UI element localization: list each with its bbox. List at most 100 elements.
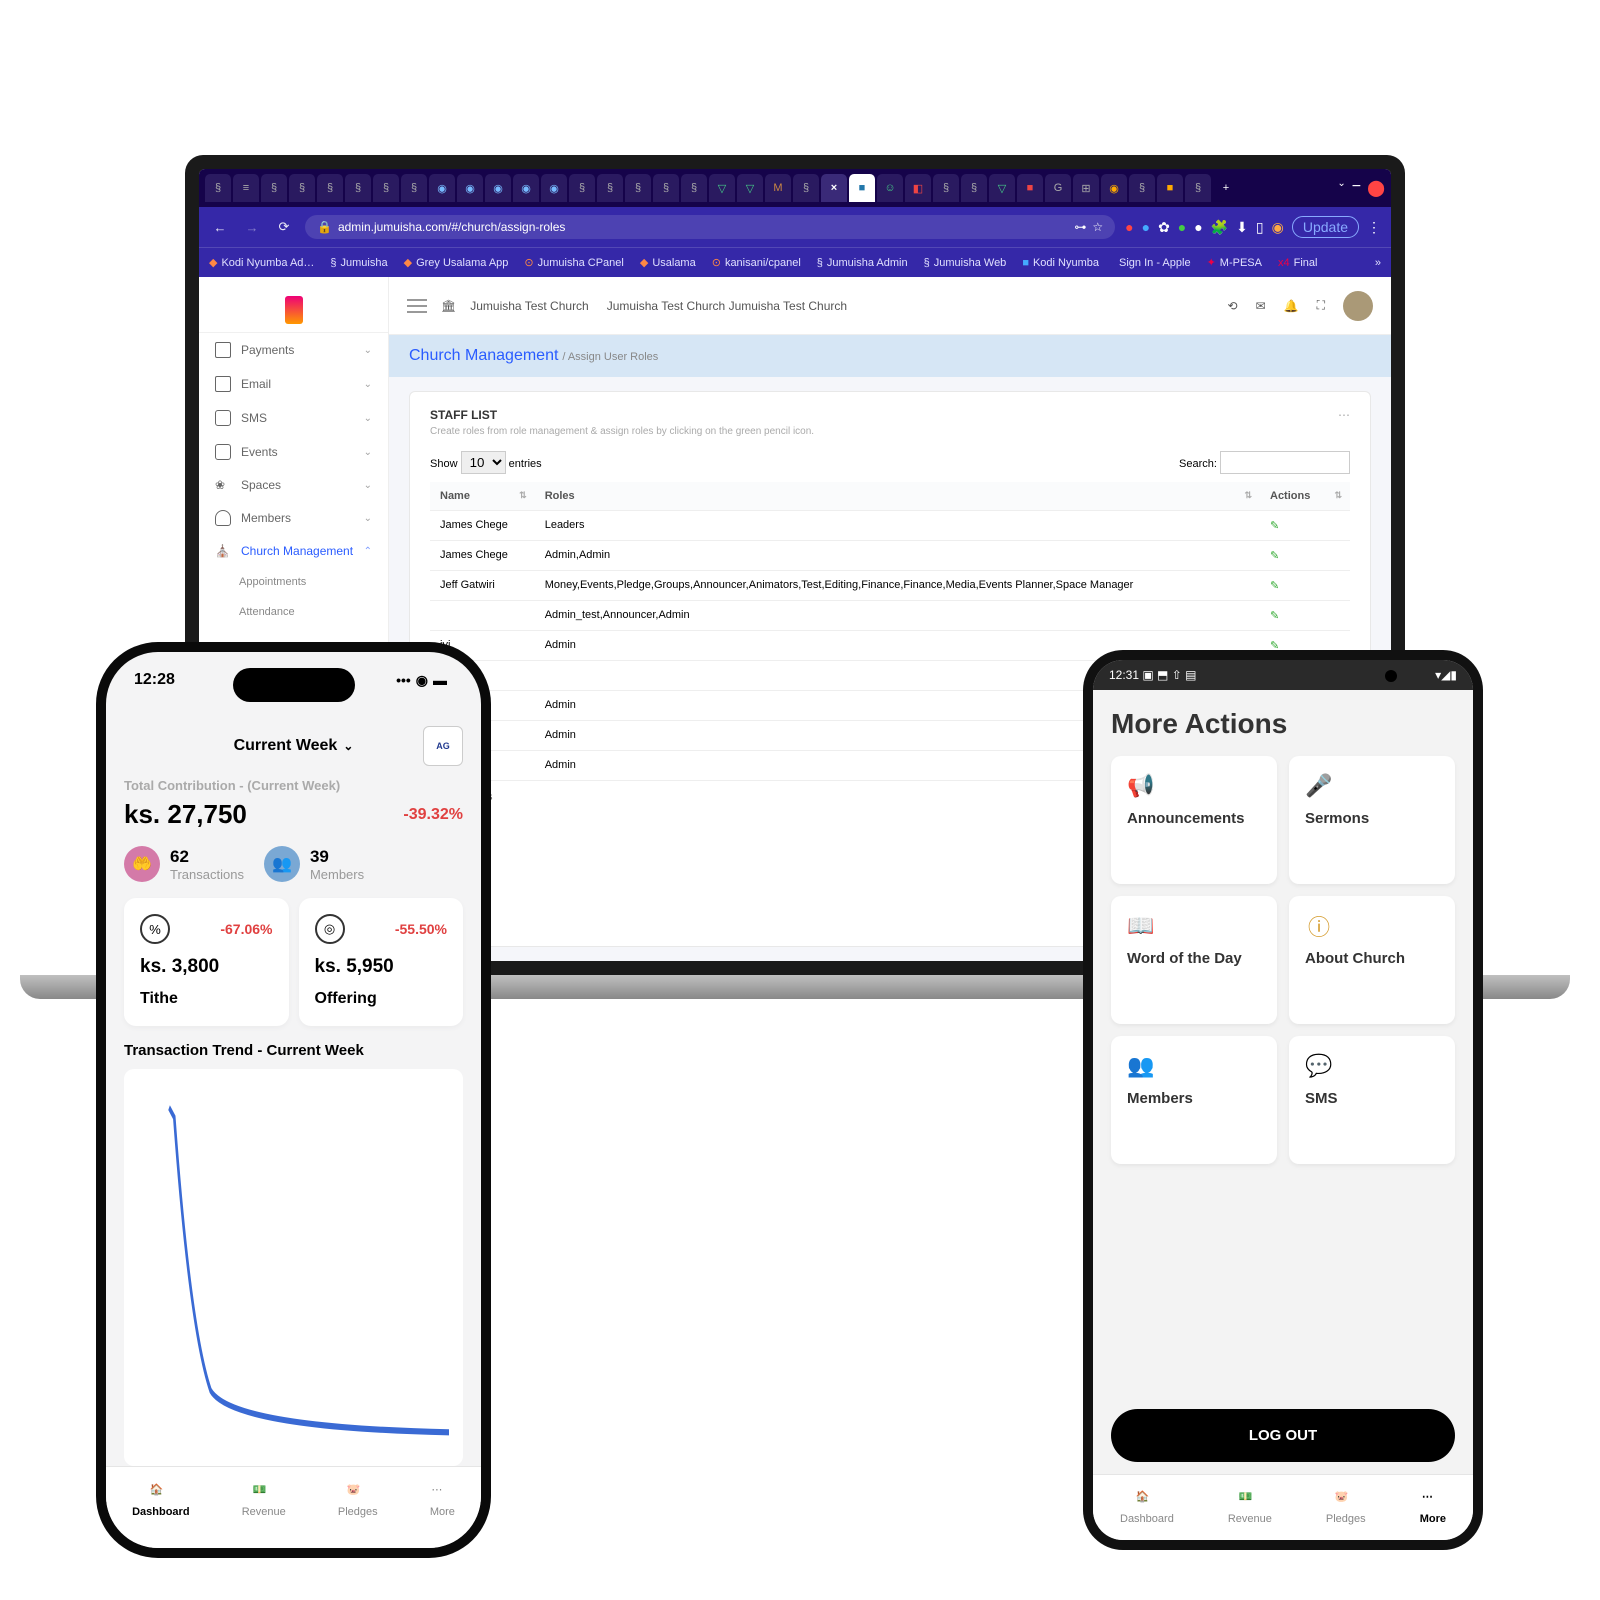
sidebar-item-appointments[interactable]: Appointments (199, 567, 388, 597)
reload-button[interactable]: ⟳ (273, 216, 295, 238)
search-input[interactable] (1220, 451, 1350, 474)
entries-select[interactable]: 10 (461, 451, 506, 474)
sidebar-item-sms[interactable]: SMS⌄ (199, 401, 388, 435)
tab-pledges[interactable]: 🐷Pledges (1326, 1490, 1366, 1525)
sidebar-item-attendance[interactable]: Attendance (199, 597, 388, 627)
tab-active[interactable]: × (821, 174, 847, 202)
tab-icon[interactable]: ■ (849, 174, 875, 202)
bookmark-item[interactable]: §Jumuisha Web (924, 257, 1007, 269)
tab-icon[interactable]: ■ (1017, 174, 1043, 202)
card-offering[interactable]: ◎-55.50% ks. 5,950 Offering (299, 898, 464, 1026)
tab-pledges[interactable]: 🐷Pledges (338, 1483, 378, 1518)
church-name[interactable]: Jumuisha Test Church (470, 299, 589, 313)
sidebar-item-members[interactable]: Members⌄ (199, 501, 388, 535)
back-button[interactable]: ← (209, 216, 231, 238)
tab-icon[interactable]: ▽ (709, 174, 735, 202)
edit-icon[interactable]: ✎ (1270, 580, 1279, 592)
download-icon[interactable]: ⬇ (1236, 219, 1248, 236)
forward-button[interactable]: → (241, 216, 263, 238)
tab-icon[interactable]: § (289, 174, 315, 202)
mail-icon[interactable]: ✉ (1256, 299, 1266, 313)
tab-icon[interactable]: ≡ (233, 174, 259, 202)
tab-icon[interactable]: § (261, 174, 287, 202)
bookmark-item[interactable]: ◆Grey Usalama App (404, 256, 509, 269)
bookmark-overflow[interactable]: » (1375, 257, 1381, 269)
bookmark-item[interactable]: §Jumuisha (330, 257, 387, 269)
new-tab-button[interactable]: + (1213, 174, 1239, 202)
bookmark-item[interactable]: §Jumuisha Admin (817, 257, 908, 269)
tab-icon[interactable]: § (569, 174, 595, 202)
tab-icon[interactable]: ◉ (485, 174, 511, 202)
action-card[interactable]: 📖Word of the Day (1111, 896, 1277, 1024)
action-card[interactable]: 💬SMS (1289, 1036, 1455, 1164)
tab-dashboard[interactable]: 🏠Dashboard (1120, 1490, 1174, 1525)
action-card[interactable]: 👥Members (1111, 1036, 1277, 1164)
ext-icon[interactable]: ● (1178, 219, 1186, 235)
sidebar-item-email[interactable]: Email⌄ (199, 367, 388, 401)
tab-more[interactable]: ⋯More (430, 1483, 455, 1518)
update-button[interactable]: Update (1292, 216, 1359, 238)
extensions-icon[interactable]: 🧩 (1211, 219, 1228, 236)
tab-icon[interactable]: ■ (1157, 174, 1183, 202)
url-input[interactable]: 🔒 admin.jumuisha.com/#/church/assign-rol… (305, 215, 1115, 239)
tab-icon[interactable]: § (961, 174, 987, 202)
tab-icon[interactable]: ▽ (737, 174, 763, 202)
tab-icon[interactable]: ◉ (513, 174, 539, 202)
tab-icon[interactable]: § (373, 174, 399, 202)
profile-icon[interactable]: ◉ (1272, 219, 1284, 236)
tab-icon[interactable]: ☺ (877, 174, 903, 202)
col-actions[interactable]: Actions⇅ (1260, 482, 1350, 511)
menu-toggle-icon[interactable] (407, 299, 427, 313)
tab-icon[interactable]: § (345, 174, 371, 202)
action-card[interactable]: ⓘAbout Church (1289, 896, 1455, 1024)
bookmark-item[interactable]: ⊙kanisani/cpanel (712, 256, 801, 269)
logout-button[interactable]: LOG OUT (1111, 1409, 1455, 1462)
tab-icon[interactable]: § (653, 174, 679, 202)
tab-icon[interactable]: G (1045, 174, 1071, 202)
bookmark-item[interactable]: ◆Usalama (640, 256, 696, 269)
fullscreen-icon[interactable]: ⛶ (1317, 298, 1325, 313)
action-card[interactable]: 🎤Sermons (1289, 756, 1455, 884)
bookmark-item[interactable]: ■Kodi Nyumba (1022, 257, 1099, 269)
menu-icon[interactable]: ⋮ (1367, 219, 1381, 236)
card-tithe[interactable]: %-67.06% ks. 3,800 Tithe (124, 898, 289, 1026)
week-selector[interactable]: Current Week ⌄ (234, 737, 354, 755)
tab-icon[interactable]: ◉ (429, 174, 455, 202)
reading-list-icon[interactable]: ▯ (1256, 219, 1264, 236)
edit-icon[interactable]: ✎ (1270, 550, 1279, 562)
tab-icon[interactable]: § (681, 174, 707, 202)
tab-more[interactable]: ⋯More (1420, 1490, 1446, 1525)
tab-icon[interactable]: § (205, 174, 231, 202)
col-name[interactable]: Name⇅ (430, 482, 535, 511)
tab-icon[interactable]: ◉ (457, 174, 483, 202)
panel-menu-icon[interactable]: ⋯ (1338, 408, 1350, 422)
edit-icon[interactable]: ✎ (1270, 610, 1279, 622)
tab-icon[interactable]: § (597, 174, 623, 202)
window-min-icon[interactable]: − (1352, 178, 1361, 198)
window-close-icon[interactable]: ⬤ (1367, 178, 1385, 198)
tab-icon[interactable]: ◧ (905, 174, 931, 202)
tab-icon[interactable]: § (933, 174, 959, 202)
tab-dashboard[interactable]: 🏠Dashboard (132, 1483, 189, 1518)
tab-revenue[interactable]: 💵Revenue (1228, 1490, 1272, 1525)
sidebar-item-church-management[interactable]: ⛪Church Management⌃ (199, 535, 388, 567)
tab-icon[interactable]: ◉ (1101, 174, 1127, 202)
sidebar-item-payments[interactable]: Payments⌄ (199, 333, 388, 367)
edit-icon[interactable]: ✎ (1270, 520, 1279, 532)
tab-icon[interactable]: ◉ (541, 174, 567, 202)
sidebar-item-spaces[interactable]: ❀Spaces⌄ (199, 469, 388, 501)
tab-revenue[interactable]: 💵Revenue (242, 1483, 286, 1518)
ext-icon[interactable]: ● (1194, 219, 1202, 235)
key-icon[interactable]: ⊶ (1074, 220, 1086, 234)
action-card[interactable]: 📢Announcements (1111, 756, 1277, 884)
star-icon[interactable]: ☆ (1092, 220, 1103, 234)
tab-icon[interactable]: § (793, 174, 819, 202)
stat-members[interactable]: 👥 39Members (264, 846, 364, 882)
bookmark-item[interactable]: ⊙Jumuisha CPanel (524, 256, 623, 269)
stat-transactions[interactable]: 🤲 62Transactions (124, 846, 244, 882)
tab-icon[interactable]: § (1129, 174, 1155, 202)
ext-icon[interactable]: ● (1142, 219, 1150, 235)
tab-icon[interactable]: ⊞ (1073, 174, 1099, 202)
sidebar-item-events[interactable]: Events⌄ (199, 435, 388, 469)
tab-icon[interactable]: § (401, 174, 427, 202)
